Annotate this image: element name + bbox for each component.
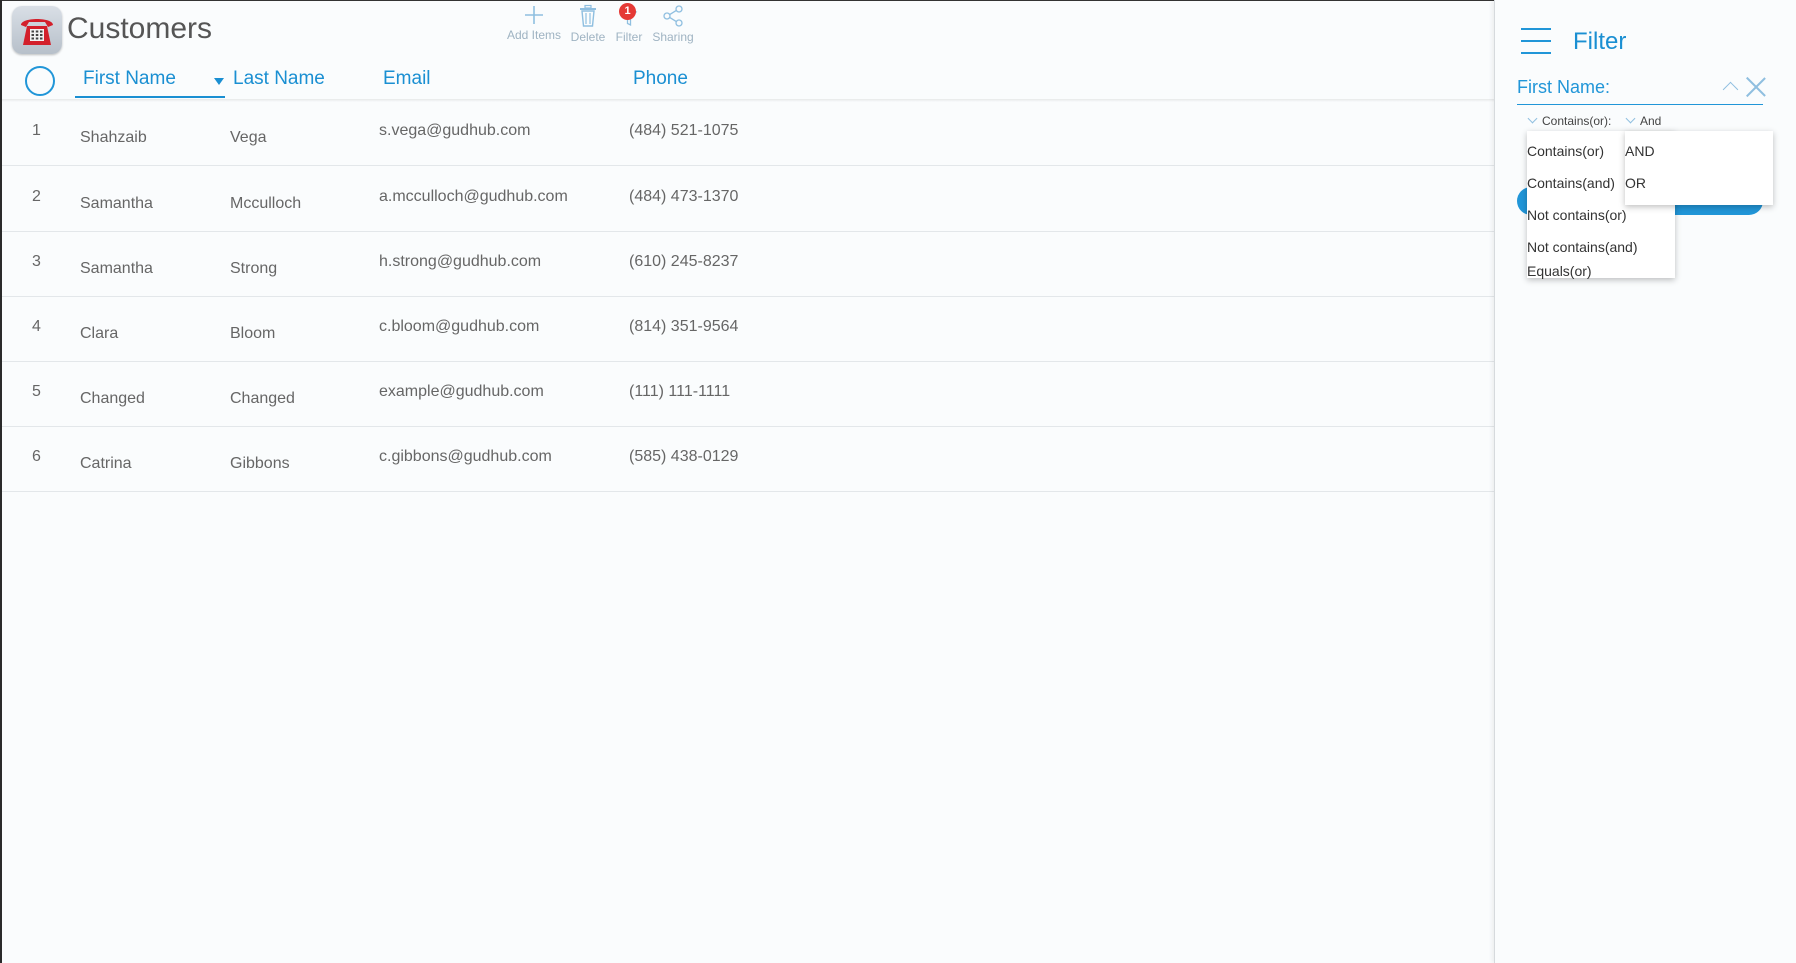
cell-last-name: Strong [230,260,278,277]
cell-first-name: Shahzaib [80,129,147,146]
collapse-chevron-icon[interactable] [1722,81,1739,98]
dropdown-option[interactable]: AND [1625,143,1655,159]
close-icon[interactable] [1745,76,1767,98]
filter-field-label[interactable]: First Name: [1517,77,1610,98]
cell-last-name: Bloom [230,325,276,342]
filter-button[interactable]: 1 Filter [612,3,646,44]
delete-label: Delete [570,30,606,44]
row-number: 5 [32,383,41,400]
filter-panel-title: Filter [1573,28,1627,55]
select-all-checkbox[interactable] [25,66,55,96]
menu-icon[interactable] [1521,28,1551,64]
row-number: 1 [32,122,41,139]
cell-email: s.vega@gudhub.com [379,122,531,139]
cell-email: h.strong@gudhub.com [379,253,542,270]
plus-icon [525,6,543,24]
column-header-first-name[interactable]: First Name [83,68,176,90]
cell-last-name: Gibbons [230,455,290,472]
table-row[interactable]: 6 Catrina Gibbons c.gibbons@gudhub.com (… [2,426,1494,492]
table-row[interactable]: 4 Clara Bloom c.bloom@gudhub.com (814) 3… [2,296,1494,362]
cell-email: c.gibbons@gudhub.com [379,448,552,465]
cell-email: example@gudhub.com [379,383,544,400]
filter-mode-select[interactable]: Contains(or): [1527,113,1612,128]
filter-panel: Filter First Name: Contains(or): And Con… [1494,0,1796,963]
filter-count-badge: 1 [619,3,636,20]
trash-icon [580,4,596,27]
chevron-down-icon [1527,113,1538,124]
share-icon [663,5,683,27]
add-items-label: Add Items [506,28,562,42]
dropdown-option[interactable]: Contains(or) [1527,143,1604,159]
row-number: 2 [32,188,41,205]
column-header-email[interactable]: Email [383,68,431,90]
cell-first-name: Samantha [80,195,153,212]
sharing-button[interactable]: Sharing [650,4,696,44]
cell-first-name: Catrina [80,455,132,472]
filter-field-underline [1517,104,1763,105]
dropdown-option[interactable]: OR [1625,175,1646,191]
sharing-label: Sharing [652,30,694,44]
dropdown-option[interactable]: Not contains(and) [1527,239,1638,255]
dropdown-option[interactable]: Not contains(or) [1527,207,1627,223]
filter-mode-value: Contains(or): [1542,114,1612,128]
cell-phone: (610) 245-8237 [629,253,739,270]
row-number: 6 [32,448,41,465]
filter-logic-dropdown: AND OR [1625,131,1773,205]
column-header-phone[interactable]: Phone [633,68,688,90]
table-row[interactable]: 3 Samantha Strong h.strong@gudhub.com (6… [2,231,1494,297]
filter-logic-select[interactable]: And [1625,113,1662,128]
cell-last-name: Vega [230,129,267,146]
delete-button[interactable]: Delete [568,4,608,44]
telephone-icon [12,6,62,54]
dropdown-option[interactable]: Contains(and) [1527,175,1615,191]
cell-last-name: Changed [230,390,295,407]
cell-phone: (484) 521-1075 [629,122,739,139]
table-row[interactable]: 5 Changed Changed example@gudhub.com (11… [2,361,1494,427]
filter-logic-value: And [1640,114,1662,128]
cell-phone: (484) 473-1370 [629,188,739,205]
cell-email: c.bloom@gudhub.com [379,318,540,335]
row-number: 4 [32,318,41,335]
cell-last-name: Mcculloch [230,195,302,212]
cell-first-name: Changed [80,390,145,407]
cell-phone: (814) 351-9564 [629,318,739,335]
filter-label: Filter [615,30,643,44]
cell-first-name: Samantha [80,260,153,277]
column-header-last-name[interactable]: Last Name [233,68,325,90]
add-items-button[interactable]: Add Items [506,4,562,42]
sort-indicator-underline [75,96,225,98]
row-number: 3 [32,253,41,270]
page-title: Customers [67,12,213,45]
sort-arrow-icon[interactable] [214,78,224,85]
dropdown-option[interactable]: Equals(or) [1527,263,1592,279]
cell-email: a.mcculloch@gudhub.com [379,188,568,205]
chevron-down-icon [1625,113,1636,124]
cell-phone: (585) 438-0129 [629,448,739,465]
table-row[interactable]: 1 Shahzaib Vega s.vega@gudhub.com (484) … [2,100,1494,166]
table-row[interactable]: 2 Samantha Mcculloch a.mcculloch@gudhub.… [2,166,1494,232]
cell-phone: (111) 111-1111 [629,383,731,400]
cell-first-name: Clara [80,325,119,342]
